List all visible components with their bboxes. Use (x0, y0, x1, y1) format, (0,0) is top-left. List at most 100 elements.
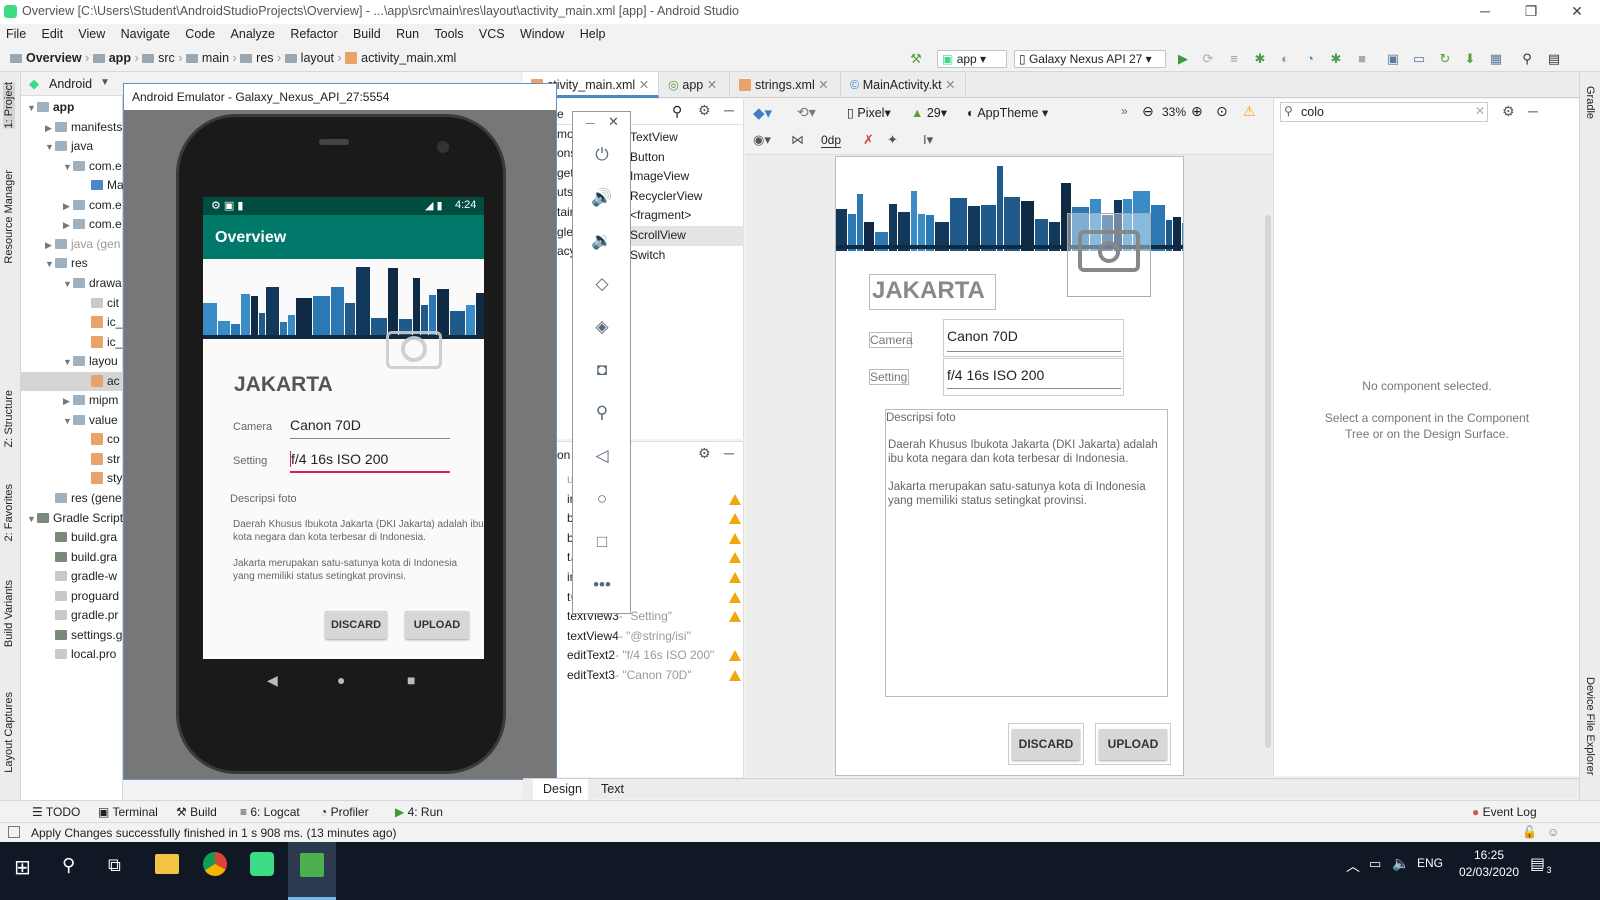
tree-item[interactable]: ▼ java (21, 137, 123, 156)
tool-resource-manager[interactable]: Resource Manager (3, 170, 15, 264)
tool-gradle[interactable]: Gradle (1584, 86, 1596, 119)
autoconnect-icon[interactable]: ⋈ (791, 132, 804, 148)
gradle-sync-icon[interactable]: ↻ (1437, 51, 1453, 67)
network-icon[interactable]: ▭ (1369, 856, 1381, 872)
tree-item[interactable]: sty (21, 469, 123, 488)
expand-down-icon[interactable]: ▼ (27, 99, 37, 118)
debug-icon[interactable]: ✱ (1252, 51, 1268, 67)
tool-project[interactable]: 1: Project (3, 82, 15, 129)
tool-favorites[interactable]: 2: Favorites (3, 484, 15, 541)
maximize-button[interactable]: ❐ (1508, 0, 1554, 24)
menu-file[interactable]: File (0, 24, 32, 41)
close-icon[interactable]: ✕ (608, 114, 619, 130)
palette-item[interactable]: RecyclerView (630, 187, 744, 207)
tree-item[interactable]: ▼ drawa (21, 274, 123, 293)
clock-time[interactable]: 16:25 (1468, 848, 1510, 862)
crumb-app[interactable]: app (109, 51, 131, 65)
tree-item[interactable]: ▶ com.e (21, 196, 123, 215)
event-log[interactable]: ● Event Log (1472, 805, 1537, 819)
expand-down-icon[interactable]: ▼ (63, 275, 73, 294)
menu-vcs[interactable]: VCS (473, 24, 511, 41)
avd-manager-icon[interactable]: ▭ (1411, 51, 1427, 67)
tree-item[interactable]: ▶ manifests (21, 118, 123, 137)
hide-icon[interactable]: ─ (1528, 103, 1538, 119)
attach-debugger-icon[interactable]: ✱ (1328, 51, 1344, 67)
warning-icon[interactable]: ⚠ (1243, 103, 1256, 120)
palette-item[interactable]: Switch (630, 246, 744, 266)
tree-item[interactable]: proguard (21, 587, 123, 606)
gear-icon[interactable]: ⚙ (698, 445, 711, 462)
tab-strings[interactable]: strings.xml ✕ (731, 72, 841, 98)
tree-item[interactable]: ▼ app (21, 98, 123, 117)
minimize-button[interactable]: ─ (1462, 0, 1508, 24)
menu-window[interactable]: Window (514, 24, 570, 41)
close-icon[interactable]: ✕ (945, 78, 955, 92)
tree-item[interactable]: ▶ mipm (21, 391, 123, 410)
palette-item[interactable]: ScrollView (630, 226, 744, 246)
discard-button[interactable]: DISCARD (1012, 729, 1080, 760)
tree-item[interactable]: ▼ Gradle Scripts (21, 509, 129, 528)
crumb-res[interactable]: res (256, 51, 273, 65)
layers-icon[interactable]: ◆▾ (753, 104, 772, 122)
close-icon[interactable]: ✕ (707, 78, 717, 92)
gear-icon[interactable]: ⚙ (698, 102, 711, 119)
api-dropdown[interactable]: ▲ 29▾ (911, 105, 947, 120)
tree-item[interactable]: gradle.pr (21, 606, 123, 625)
warning-icon[interactable] (729, 670, 741, 681)
warning-icon[interactable] (729, 513, 741, 525)
tree-item[interactable]: Ma (21, 176, 124, 195)
tool-build-variants[interactable]: Build Variants (3, 580, 15, 647)
guidelines-icon[interactable]: Ι▾ (923, 132, 933, 148)
tree-item[interactable]: cit (21, 294, 123, 313)
tab-app[interactable]: ◎ app ✕ (660, 72, 730, 98)
tree-item[interactable]: ▼ layou (21, 352, 123, 371)
tree-item[interactable]: ic_ (21, 313, 123, 332)
tree-item[interactable]: ic_ (21, 333, 123, 352)
coverage-icon[interactable]: ◐ (1277, 51, 1293, 67)
tab-mainactivity[interactable]: © MainActivity.kt ✕ (842, 72, 966, 98)
component-row[interactable]: editText3- "Canon 70D" (567, 666, 743, 686)
clear-icon[interactable]: ✕ (1475, 104, 1485, 118)
crumb-layout[interactable]: layout (301, 51, 334, 65)
lock-icon[interactable]: 🔓 (1522, 825, 1537, 839)
back-icon[interactable]: ◁ (591, 445, 613, 467)
clear-constraints-icon[interactable]: ✗ (863, 132, 874, 148)
crumb-main[interactable]: main (202, 51, 229, 65)
tree-item[interactable]: ac (21, 371, 123, 391)
rerun-icon[interactable]: ⟳ (1200, 51, 1216, 67)
camera-field[interactable]: Canon 70D (943, 319, 1124, 357)
tree-item[interactable]: build.gra (21, 528, 123, 547)
search-icon[interactable]: ⚲ (672, 103, 682, 120)
upload-button[interactable]: UPLOAD (405, 611, 469, 639)
tree-item[interactable]: ▶ com.e (21, 215, 123, 234)
expand-right-icon[interactable]: ▶ (63, 216, 73, 235)
warning-icon[interactable] (729, 493, 741, 505)
zoom-icon[interactable]: ⚲ (591, 402, 613, 424)
tool-run[interactable]: ▶ 4: Run (395, 805, 443, 819)
windows-start-icon[interactable]: ⊞ (14, 855, 31, 880)
zoom-out-icon[interactable]: ⊖ (1142, 103, 1154, 120)
zoom-in-icon[interactable]: ⊕ (1191, 103, 1203, 120)
tree-item[interactable]: gradle-w (21, 567, 123, 586)
tool-layout-captures[interactable]: Layout Captures (3, 692, 15, 773)
power-icon[interactable]: ⏻ (591, 144, 613, 166)
tool-device-file-explorer[interactable]: Device File Explorer (1584, 677, 1596, 775)
clock-date[interactable]: 02/03/2020 (1452, 865, 1526, 879)
menu-tools[interactable]: Tools (428, 24, 469, 41)
hammer-icon[interactable]: ⚒ (908, 51, 924, 67)
menu-help[interactable]: Help (574, 24, 612, 41)
hide-icon[interactable]: ─ (724, 102, 734, 118)
rotate-right-icon[interactable]: ◈ (591, 316, 613, 338)
menu-analyze[interactable]: Analyze (225, 24, 281, 41)
expand-right-icon[interactable]: ▶ (63, 392, 73, 411)
search-icon[interactable]: ⚲ (62, 855, 75, 876)
canvas-scrollbar[interactable] (1265, 215, 1271, 748)
file-explorer-icon[interactable] (155, 854, 179, 874)
expand-down-icon[interactable]: ▼ (45, 255, 55, 274)
expand-right-icon[interactable]: ▶ (45, 119, 55, 138)
task-view-icon[interactable]: ⧉ (108, 855, 121, 876)
minimize-icon[interactable]: ─ (586, 116, 595, 130)
camera-field[interactable]: Canon 70D (290, 417, 450, 439)
volume-down-icon[interactable]: 🔉 (591, 230, 613, 252)
orientation-icon[interactable]: ⟲▾ (797, 104, 816, 121)
